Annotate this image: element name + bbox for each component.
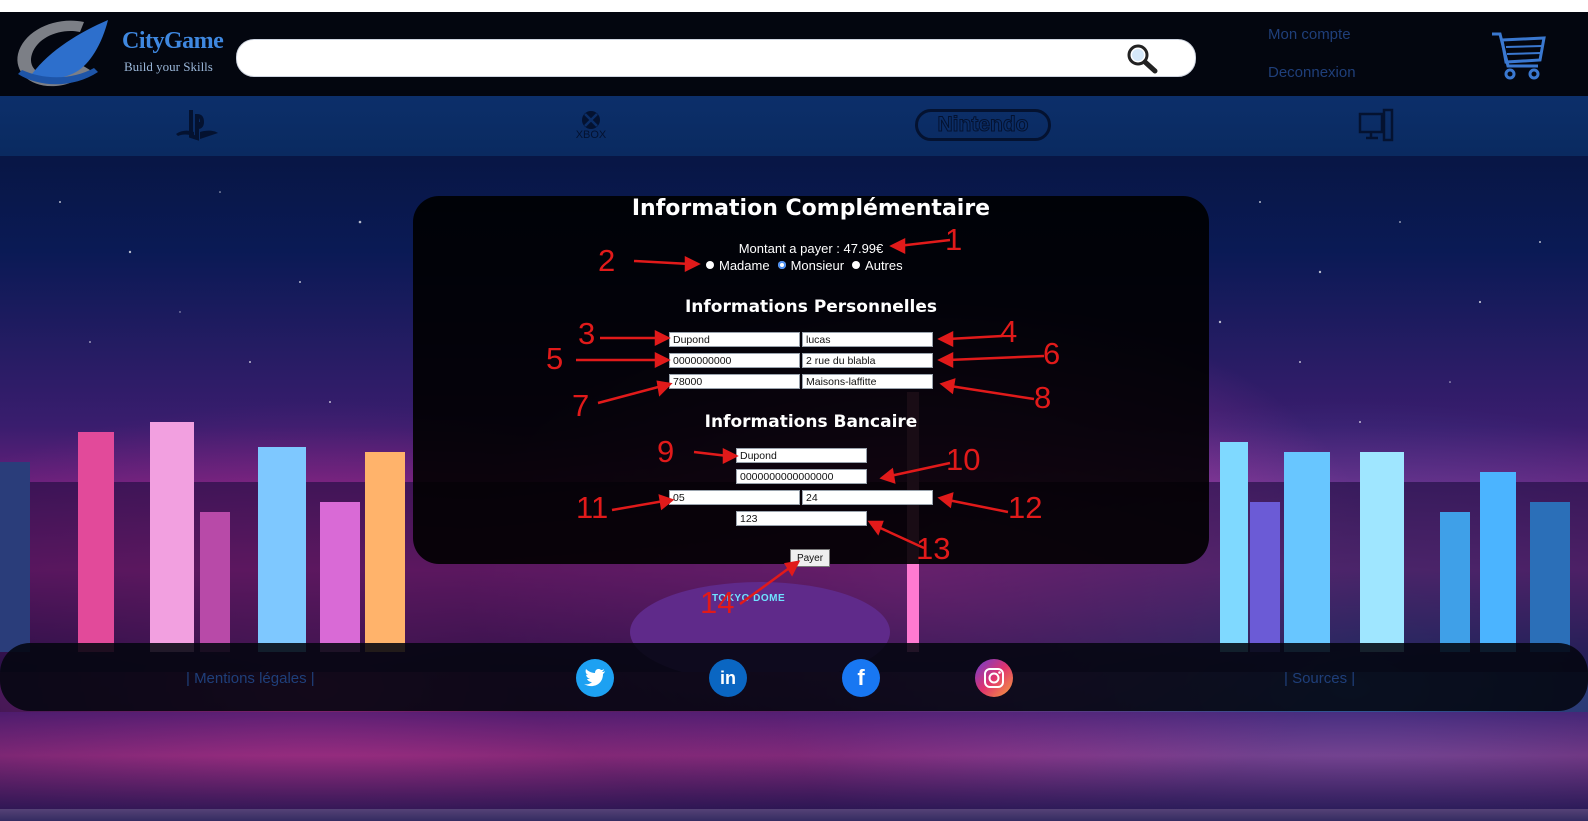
brand-name: CityGame bbox=[122, 28, 224, 54]
radio-monsieur[interactable] bbox=[777, 261, 786, 269]
annotation-6: 6 bbox=[1043, 336, 1061, 371]
expiry-month-field[interactable] bbox=[669, 490, 800, 505]
platform-nav: XBOX Nintendo bbox=[0, 96, 1588, 156]
nav-nintendo[interactable]: Nintendo bbox=[912, 102, 1054, 148]
playstation-icon bbox=[176, 110, 218, 141]
last-name-field[interactable] bbox=[669, 332, 800, 347]
civility-radio-group: Madame Monsieur Autres bbox=[706, 257, 911, 273]
annotation-5: 5 bbox=[546, 341, 564, 376]
address-field[interactable] bbox=[802, 353, 933, 368]
annotation-4: 4 bbox=[1000, 314, 1018, 349]
radio-madame-label: Madame bbox=[719, 257, 770, 273]
expiry-year-field[interactable] bbox=[802, 490, 933, 505]
personal-info-heading: Informations Personnelles bbox=[684, 297, 938, 317]
card-number-field[interactable] bbox=[736, 469, 867, 484]
annotation-1: 1 bbox=[945, 222, 963, 257]
phone-field[interactable] bbox=[669, 353, 800, 368]
xbox-label: XBOX bbox=[575, 128, 607, 141]
card-holder-field[interactable] bbox=[736, 448, 867, 463]
annotation-7: 7 bbox=[572, 388, 590, 423]
annotation-13: 13 bbox=[916, 531, 951, 566]
cart-icon[interactable] bbox=[1490, 26, 1548, 82]
sources-link[interactable]: | Sources | bbox=[1284, 670, 1355, 687]
city-field[interactable] bbox=[802, 374, 933, 389]
radio-autres-label: Autres bbox=[865, 257, 903, 273]
search-icon[interactable] bbox=[1124, 41, 1160, 75]
xbox-icon bbox=[582, 110, 600, 129]
pay-button[interactable]: Payer bbox=[790, 549, 830, 567]
nintendo-label: Nintendo bbox=[937, 113, 1029, 137]
radio-autres[interactable] bbox=[852, 261, 861, 269]
water-reflection bbox=[0, 712, 1588, 821]
annotation-2: 2 bbox=[598, 243, 616, 278]
pc-icon bbox=[1358, 108, 1394, 142]
amount-to-pay: Montant a payer : 47.99€ bbox=[738, 241, 884, 256]
annotation-10: 10 bbox=[946, 442, 981, 477]
first-name-field[interactable] bbox=[802, 332, 933, 347]
top-strip bbox=[0, 0, 1588, 12]
nav-xbox[interactable]: XBOX bbox=[566, 102, 616, 148]
nav-pc[interactable] bbox=[1356, 102, 1396, 148]
annotation-3: 3 bbox=[578, 316, 596, 351]
my-account-link[interactable]: Mon compte bbox=[1268, 26, 1351, 43]
facebook-icon[interactable]: f bbox=[842, 659, 880, 697]
legal-mentions-link[interactable]: | Mentions légales | bbox=[186, 670, 315, 687]
postal-code-field[interactable] bbox=[669, 374, 800, 389]
nav-playstation[interactable] bbox=[172, 102, 222, 148]
logout-link[interactable]: Deconnexion bbox=[1268, 64, 1356, 81]
annotation-8: 8 bbox=[1034, 380, 1052, 415]
bank-info-heading: Informations Bancaire bbox=[704, 412, 918, 432]
citygame-logo[interactable] bbox=[10, 14, 114, 92]
linkedin-icon[interactable]: in bbox=[709, 659, 747, 697]
radio-madame[interactable] bbox=[706, 261, 714, 269]
page-title: Information Complémentaire bbox=[631, 196, 991, 221]
radio-monsieur-label: Monsieur bbox=[790, 257, 845, 273]
site-header: CityGame Build your Skills Mon compte De… bbox=[0, 12, 1588, 96]
search-input[interactable] bbox=[253, 46, 1117, 70]
cvv-field[interactable] bbox=[736, 511, 867, 526]
instagram-icon[interactable] bbox=[975, 659, 1013, 697]
search-bar bbox=[236, 39, 1196, 77]
annotation-11: 11 bbox=[576, 490, 609, 525]
annotation-12: 12 bbox=[1008, 490, 1043, 525]
brand-tagline: Build your Skills bbox=[124, 59, 213, 74]
nintendo-icon: Nintendo bbox=[915, 109, 1051, 141]
twitter-icon[interactable] bbox=[576, 659, 614, 697]
annotation-9: 9 bbox=[657, 434, 675, 469]
annotation-14: 14 bbox=[700, 585, 735, 620]
